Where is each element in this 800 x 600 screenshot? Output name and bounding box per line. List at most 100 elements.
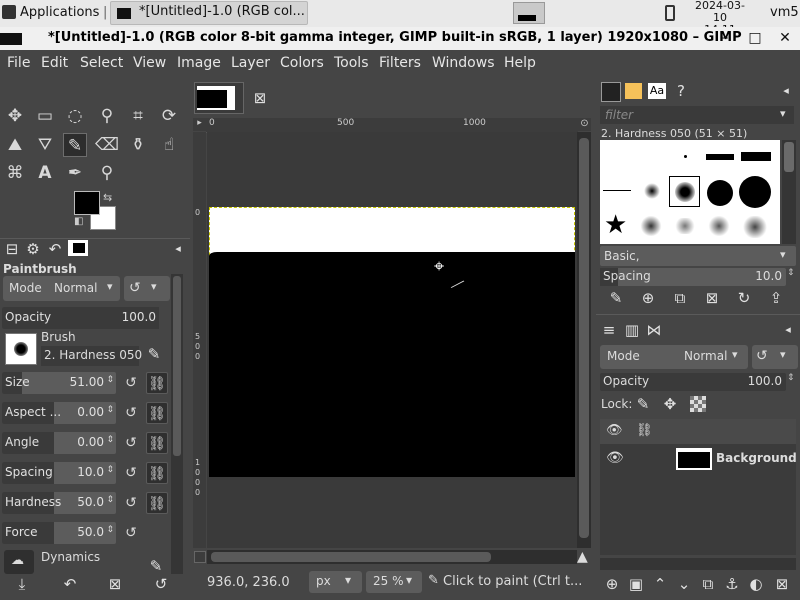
task-gimp-window[interactable]: *[Untitled]-1.0 (RGB col... [110,1,308,25]
bucket-fill-tool-icon[interactable]: ⛛ [33,133,57,157]
mode-select[interactable]: Mode Normal ▾ [3,276,120,301]
brush-item[interactable] [708,216,730,236]
horizontal-scrollbar[interactable] [207,550,577,564]
layers-tab-icon[interactable]: ≡ [599,320,619,340]
edit-dynamics-icon[interactable]: ✎ [146,556,166,576]
menu-select[interactable]: Select [80,55,123,71]
size-slider[interactable]: Size 51.00 ⇕ [2,372,116,394]
fonts-tab-icon[interactable]: Aa [648,83,666,99]
text-tool-icon[interactable]: A [33,161,57,185]
close-icon[interactable]: ✕ [776,29,794,47]
undo-history-tab-icon[interactable]: ↶ [45,239,65,259]
aspect-slider[interactable]: Aspect ... 0.00 ⇕ [2,402,116,424]
brush-item[interactable] [706,154,734,160]
vscroll-thumb[interactable] [579,138,589,538]
filter-input[interactable]: filter ▾ [600,106,794,124]
spin-icon[interactable]: ⇕ [787,373,795,383]
maximize-icon[interactable]: □ [746,29,764,47]
dock-menu-icon[interactable]: ◂ [168,239,188,259]
brush-tag-select[interactable]: Basic, ▾ [600,246,796,266]
paintbrush-tool-icon[interactable]: ✎ [63,133,87,157]
lasso-tool-icon[interactable]: ◌ [63,104,87,128]
new-brush-icon[interactable]: ⊕ [638,288,658,308]
new-layer-group-icon[interactable]: ▣ [626,574,646,594]
angle-reset-icon[interactable]: ↺ [120,432,142,454]
menu-tools[interactable]: Tools [334,55,369,71]
layer-opacity-slider[interactable]: Opacity 100.0 [600,373,786,391]
brush-item[interactable] [741,152,771,161]
menu-windows[interactable]: Windows [432,55,495,71]
spacing-reset-icon[interactable]: ↺ [120,462,142,484]
vertical-ruler[interactable]: 0 5 0 0 1 0 0 0 [193,132,206,548]
fuzzy-select-tool-icon[interactable]: ⚲ [95,104,119,128]
paths-tab-icon[interactable]: ⋈ [644,320,664,340]
zoom-tool-icon[interactable]: ⚲ [95,161,119,185]
layer-row[interactable]: 👁 Background [600,445,797,473]
spacing-slider[interactable]: Spacing 10.0 ⇕ [2,462,116,484]
scroll-thumb[interactable] [784,142,794,172]
reset-options-icon[interactable]: ↺ [151,574,171,594]
tool-options-tab-icon[interactable]: ⊟ [2,239,22,259]
image-tab[interactable] [194,82,244,114]
clone-tool-icon[interactable]: ⚱ [126,133,150,157]
swap-colors-icon[interactable]: ⇆ [103,191,112,204]
brush-item[interactable] [603,190,631,191]
foreground-color-swatch[interactable] [74,191,100,215]
crop-tool-icon[interactable]: ⌗ [126,104,150,128]
default-colors-icon[interactable]: ◧ [74,216,83,227]
opacity-slider[interactable]: Opacity 100.0 [2,307,159,329]
brush-item[interactable] [644,183,660,199]
hardness-link-icon[interactable]: ⛓ [146,492,168,514]
navigate-icon[interactable]: ▲ [577,549,588,565]
vertical-scrollbar[interactable] [577,132,591,548]
brush-item-selected[interactable] [669,176,700,207]
anchor-layer-icon[interactable]: ⚓ [722,574,742,594]
battery-icon[interactable] [665,5,675,21]
aspect-link-icon[interactable]: ⛓ [146,402,168,424]
visibility-icon[interactable]: 👁 [606,450,624,466]
new-layer-icon[interactable]: ⊕ [602,574,622,594]
applications-menu[interactable]: Applications [20,0,99,27]
spacing-link-icon[interactable]: ⛓ [146,462,168,484]
menu-view[interactable]: View [133,55,166,71]
menu-edit[interactable]: Edit [41,55,68,71]
brushes-tab-icon[interactable] [601,82,621,102]
hardness-slider[interactable]: Hardness 50.0 ⇕ [2,492,116,514]
mask-layer-icon[interactable]: ◐ [746,574,766,594]
minimize-icon[interactable]: – [716,29,734,47]
angle-slider[interactable]: Angle 0.00 ⇕ [2,432,116,454]
brush-item[interactable] [739,176,771,208]
menu-colors[interactable]: Colors [280,55,324,71]
move-tool-icon[interactable]: ✥ [3,104,27,128]
unit-select[interactable]: px ▾ [309,571,362,593]
scroll-thumb[interactable] [173,276,181,456]
horizontal-ruler[interactable]: 0 500 1000 [206,118,578,133]
dock-menu-icon[interactable]: ◂ [776,81,796,101]
lock-alpha-icon[interactable] [690,396,706,412]
menu-filters[interactable]: Filters [379,55,421,71]
menu-help[interactable]: Help [504,55,536,71]
workspace-switcher[interactable] [513,2,545,24]
eraser-tool-icon[interactable]: ⌫ [95,133,119,157]
duplicate-layer-icon[interactable]: ⧉ [698,574,718,594]
warp-tool-icon[interactable]: ⛰ [3,133,27,157]
tool-options-scrollbar[interactable] [171,274,183,574]
brush-spacing-slider[interactable]: Spacing 10.0 [600,268,786,286]
zoom-select[interactable]: 25 % ▾ [366,571,422,593]
force-reset-icon[interactable]: ↺ [120,522,142,544]
brush-name-field[interactable]: 2. Hardness 050 [41,346,142,366]
layer-mode-select[interactable]: Mode Normal ▾ [600,345,748,369]
dock-menu-icon[interactable]: ◂ [778,320,798,340]
hscroll-thumb[interactable] [211,552,491,562]
edit-brush-icon[interactable]: ✎ [606,288,626,308]
window-titlebar[interactable]: *[Untitled]-1.0 (RGB color 8-bit gamma i… [0,27,800,50]
menu-file[interactable]: File [7,55,30,71]
path-tool-icon[interactable]: ⌘ [3,161,27,185]
star-brush-icon[interactable]: ★ [604,212,627,238]
size-link-icon[interactable]: ⛓ [146,372,168,394]
angle-link-icon[interactable]: ⛓ [146,432,168,454]
raise-layer-icon[interactable]: ⌃ [650,574,670,594]
open-brush-icon[interactable]: ⇪ [766,288,786,308]
brush-item[interactable] [674,218,696,234]
color-picker-tool-icon[interactable]: ✒ [63,161,87,185]
